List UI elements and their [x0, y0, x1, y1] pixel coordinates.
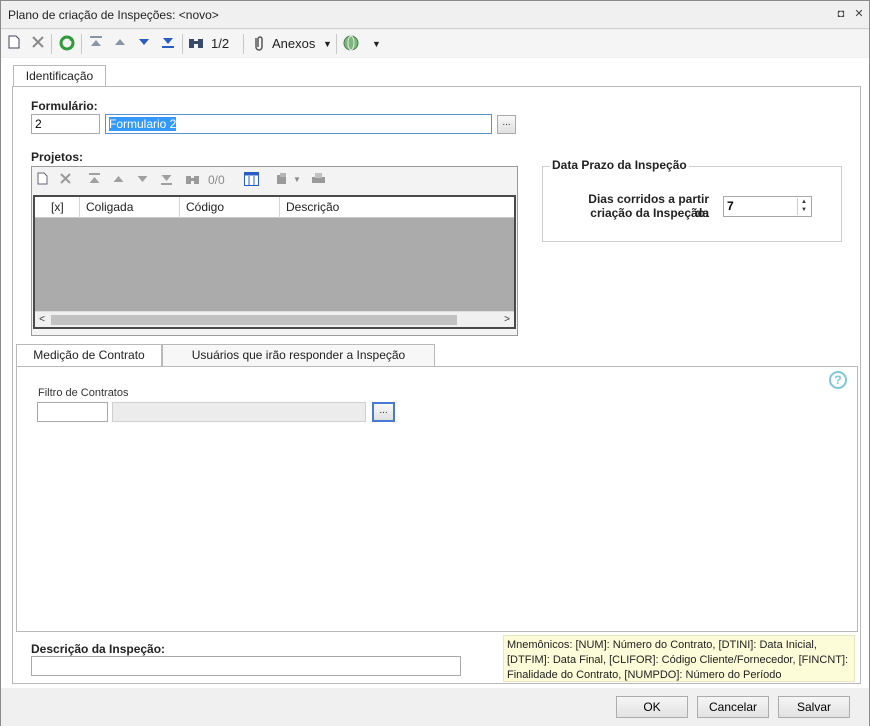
restore-button[interactable]: ◘	[834, 7, 848, 21]
content-area: Identificação Formulário: 2 Formulario 2…	[1, 58, 869, 688]
form-name-input[interactable]: Formulario 2	[105, 114, 492, 134]
grid-new-icon[interactable]	[37, 172, 48, 188]
binoculars-icon[interactable]	[188, 35, 204, 53]
deadline-groupbox: Data Prazo da Inspeção Dias corridos a p…	[542, 158, 842, 242]
ok-button[interactable]: OK	[616, 696, 688, 718]
deadline-group-title: Data Prazo da Inspeção	[550, 158, 689, 172]
scrollbar-thumb[interactable]	[51, 315, 457, 325]
grid-record-counter: 0/0	[208, 173, 225, 187]
form-code-input[interactable]: 2	[31, 114, 100, 134]
grid-previous-icon[interactable]	[112, 172, 125, 188]
projects-grid-toolbar: 0/0 ▼	[32, 167, 517, 194]
last-record-icon[interactable]	[161, 35, 175, 53]
cancel-button[interactable]: Cancelar	[697, 696, 769, 718]
tab-contract-measurement[interactable]: Medição de Contrato	[16, 344, 162, 367]
scroll-left-icon[interactable]: <	[35, 312, 49, 328]
contract-filter-description-input	[112, 402, 366, 422]
attachments-dropdown-icon[interactable]: ▼	[323, 35, 332, 53]
previous-record-icon[interactable]	[113, 35, 127, 53]
days-spinner[interactable]: 7 ▲ ▼	[723, 196, 812, 217]
grid-delete-icon[interactable]	[59, 172, 72, 188]
form-lookup-button[interactable]: ...	[497, 115, 516, 134]
projects-grid: 0/0 ▼ [x] Coligada Código Descrição < >	[31, 166, 518, 336]
grid-next-icon[interactable]	[136, 172, 149, 188]
column-header-codigo[interactable]: Código	[180, 197, 280, 218]
contract-filter-code-input[interactable]	[37, 402, 108, 422]
days-label-line2: criação da Inspeção:	[590, 206, 709, 220]
inspection-description-label: Descrição da Inspeção:	[31, 642, 166, 656]
spin-down-icon[interactable]: ▼	[801, 207, 807, 213]
form-label: Formulário:	[31, 99, 98, 113]
tab-identification[interactable]: Identificação	[13, 65, 106, 87]
main-toolbar: 1/2 Anexos ▼ ▼	[1, 30, 869, 57]
scroll-right-icon[interactable]: >	[500, 312, 514, 328]
mnemonics-hint: Mnemônicos: [NUM]: Número do Contrato, […	[503, 635, 855, 682]
projects-grid-area[interactable]: [x] Coligada Código Descrição < >	[33, 195, 516, 329]
contract-filter-label: Filtro de Contratos	[38, 387, 129, 399]
inspection-description-input[interactable]	[31, 656, 461, 676]
contract-filter-lookup-button[interactable]: ...	[372, 402, 395, 422]
days-value: 7	[727, 199, 734, 213]
grid-binoculars-icon[interactable]	[185, 172, 200, 188]
save-button[interactable]: Salvar	[778, 696, 850, 718]
window-title: Plano de criação de Inspeções: <novo>	[8, 8, 219, 22]
grid-print-icon[interactable]	[311, 172, 326, 188]
grid-process-icon[interactable]	[276, 172, 291, 189]
column-header-select[interactable]: [x]	[35, 197, 80, 218]
globe-dropdown-icon[interactable]: ▼	[372, 35, 381, 53]
projects-label: Projetos:	[31, 150, 84, 164]
spin-up-icon[interactable]: ▲	[801, 199, 807, 205]
footer-bar: OK Cancelar Salvar	[1, 688, 869, 726]
projects-grid-header: [x] Coligada Código Descrição	[35, 197, 514, 218]
horizontal-scrollbar[interactable]: < >	[35, 311, 514, 327]
identification-panel: Formulário: 2 Formulario 2 ... Projetos:	[12, 86, 861, 684]
column-header-coligada[interactable]: Coligada	[80, 197, 180, 218]
tab-responding-users[interactable]: Usuários que irão responder a Inspeção	[162, 344, 435, 366]
attachments-button[interactable]: Anexos	[272, 35, 315, 53]
column-header-descricao[interactable]: Descrição	[280, 197, 514, 218]
form-name-selected-text: Formulario 2	[109, 117, 177, 131]
record-position: 1/2	[211, 36, 230, 51]
grid-columns-icon[interactable]	[244, 172, 259, 189]
grid-process-dropdown-icon[interactable]: ▼	[293, 175, 301, 184]
close-button[interactable]: ✕	[852, 7, 866, 21]
help-icon[interactable]: ?	[829, 371, 847, 389]
title-bar: Plano de criação de Inspeções: <novo> ◘ …	[1, 1, 869, 29]
new-record-icon[interactable]	[8, 35, 20, 53]
grid-first-icon[interactable]	[88, 172, 101, 188]
next-record-icon[interactable]	[137, 35, 151, 53]
contract-panel: ? Filtro de Contratos ...	[16, 366, 858, 632]
refresh-icon[interactable]	[59, 35, 75, 53]
paperclip-icon[interactable]	[252, 35, 266, 53]
window: Plano de criação de Inspeções: <novo> ◘ …	[0, 0, 870, 726]
globe-icon[interactable]	[343, 35, 359, 53]
delete-icon[interactable]	[31, 35, 45, 53]
grid-last-icon[interactable]	[160, 172, 173, 188]
first-record-icon[interactable]	[89, 35, 103, 53]
spinner-arrows[interactable]: ▲ ▼	[797, 198, 810, 215]
